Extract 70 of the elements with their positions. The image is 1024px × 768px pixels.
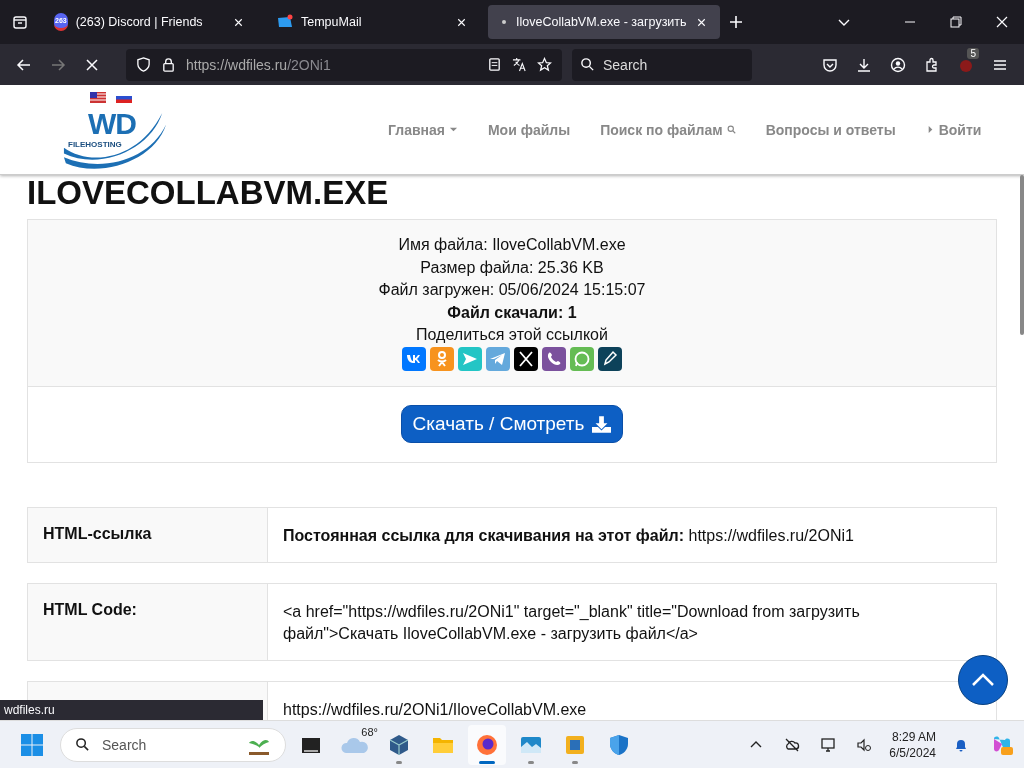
- search-box[interactable]: Search: [572, 48, 752, 81]
- caret-down-icon: [448, 125, 458, 134]
- nav-link[interactable]: Главная: [388, 121, 458, 138]
- logo-subtitle: FILEHOSTING: [68, 140, 122, 149]
- file-info-line: Поделиться этой ссылкой: [416, 325, 608, 346]
- status-url: wdfiles.ru: [0, 700, 263, 720]
- file-info-line: Имя файла: IloveCollabVM.exe: [398, 235, 626, 255]
- row-value: <a href="https://wdfiles.ru/2ONi1" target="_blank" title="Download from загрузить файл">Скачать IloveCollabVM.exe - загрузить файл</a>: [282, 601, 861, 645]
- clock-time: 8:29 AM: [891, 728, 936, 745]
- search-field[interactable]: Search: [601, 55, 725, 74]
- browser-tab[interactable]: IloveCollabVM.exe - загрузить: [488, 5, 720, 39]
- close-icon[interactable]: [994, 14, 1010, 30]
- forward-icon[interactable]: [50, 56, 66, 73]
- start-icon[interactable]: [20, 732, 44, 757]
- search-icon: [580, 57, 595, 72]
- download-icon[interactable]: [856, 56, 872, 73]
- back-icon[interactable]: [16, 56, 32, 73]
- taskbar-clock[interactable]: 8:29 AM 6/5/2024: [889, 728, 936, 761]
- us-flag-icon[interactable]: [90, 92, 106, 103]
- search-icon: [75, 737, 90, 752]
- weather-temperature: 68°: [361, 725, 378, 738]
- nav-link[interactable]: Поиск по файлам: [600, 121, 736, 138]
- stop-icon[interactable]: [84, 56, 100, 73]
- firefox-icon[interactable]: [475, 732, 499, 757]
- vk-share-icon[interactable]: [402, 346, 426, 371]
- chevron-up-icon: [971, 673, 995, 687]
- nav-link[interactable]: Войти: [925, 121, 982, 138]
- dot-icon: [500, 18, 508, 26]
- logo-swoosh-icon: [62, 111, 168, 169]
- row-value: https://wdfiles.ru/2ONi1/IloveCollabVM.exe: [282, 699, 588, 720]
- file-info-line: Размер файла: 25.36 KB: [420, 257, 604, 278]
- extensions-icon[interactable]: [924, 56, 940, 73]
- shield-icon[interactable]: [136, 57, 151, 72]
- restore-icon[interactable]: [948, 14, 964, 30]
- translate-icon[interactable]: [512, 57, 527, 72]
- mail-icon: [277, 14, 293, 30]
- tab-list-icon[interactable]: [12, 14, 28, 30]
- viber-share-icon[interactable]: [542, 346, 566, 371]
- row-label: HTML Code:: [28, 583, 268, 660]
- nav-link[interactable]: Вопросы и ответы: [765, 121, 896, 138]
- row-value: Постоянная ссылка для скачивания на этот файл: https://wdfiles.ru/2ONi1: [282, 525, 855, 546]
- new-tab-icon[interactable]: [727, 14, 744, 30]
- pocket-icon[interactable]: [822, 56, 838, 73]
- x-share-icon[interactable]: [514, 346, 538, 371]
- account-icon[interactable]: [890, 56, 906, 73]
- download-button[interactable]: Скачать / Смотреть: [400, 405, 624, 444]
- search-icon: [726, 125, 736, 134]
- speaker-muted-icon[interactable]: [856, 736, 873, 753]
- cube-icon[interactable]: [387, 732, 411, 757]
- scroll-to-top-button[interactable]: [958, 655, 1008, 705]
- taskbar-search-box[interactable]: Search: [60, 727, 286, 762]
- network-icon[interactable]: [820, 736, 837, 753]
- cloud-off-icon[interactable]: [784, 736, 801, 753]
- pen-share-icon[interactable]: [598, 346, 622, 371]
- file-info-line: Файл загружен: 05/06/2024 15:15:07: [378, 280, 646, 301]
- nav-link[interactable]: Мои файлы: [487, 121, 571, 138]
- file-title: ILOVECOLLABVM.EXE: [26, 175, 390, 213]
- reader-view-icon[interactable]: [487, 57, 502, 72]
- logo-text[interactable]: WD: [88, 107, 136, 141]
- address-bar[interactable]: https://wdfiles.ru/2ONi1: [126, 48, 562, 81]
- lock-icon[interactable]: [161, 57, 176, 72]
- extension-badge: 5: [967, 47, 979, 59]
- browser-tab[interactable]: TempuMail: [265, 5, 480, 39]
- taskbar-search-field[interactable]: Search: [100, 735, 234, 754]
- scrollbar-thumb[interactable]: [1020, 175, 1024, 335]
- download-icon: [592, 415, 612, 433]
- file-info-line: Файл скачали: 1: [447, 302, 577, 323]
- star-icon[interactable]: [537, 57, 552, 72]
- clock-date: 6/5/2024: [889, 744, 936, 761]
- row-label: HTML-ссылка: [28, 507, 268, 562]
